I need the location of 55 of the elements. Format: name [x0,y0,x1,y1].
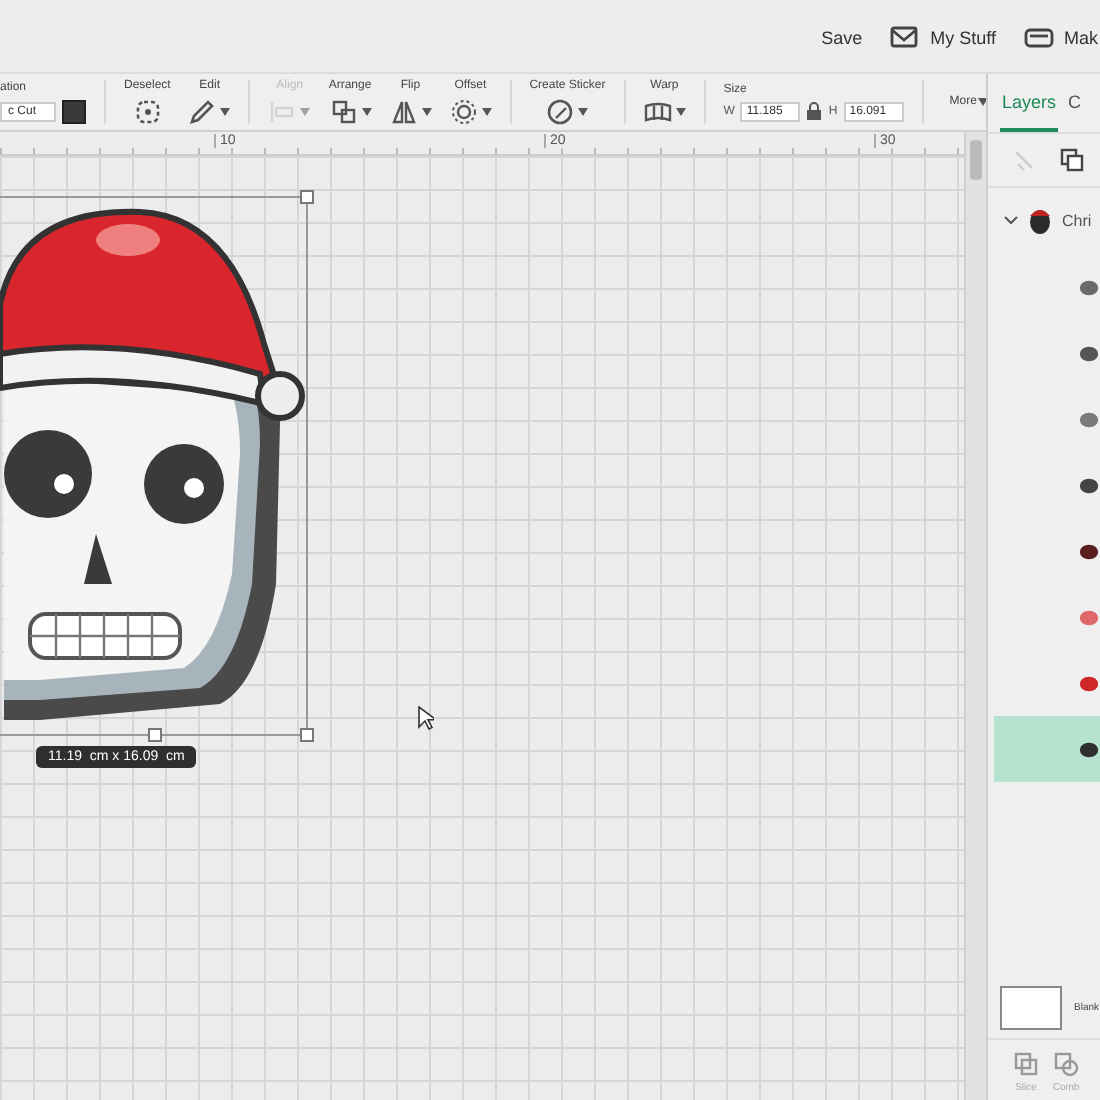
layer-thumbnail-icon [1078,671,1100,695]
tool-button[interactable] [449,97,492,125]
warp-icon [643,97,672,125]
caret-icon [978,98,989,106]
mouse-cursor-icon [418,706,434,730]
resize-handle[interactable] [300,190,314,204]
combine-icon [1052,1050,1080,1078]
layer-thumbnail-icon [1078,737,1100,761]
scrollbar[interactable] [964,132,986,1100]
color-swatch[interactable] [62,99,86,123]
dashed-square-icon [133,97,162,125]
caret-icon [300,107,311,115]
layer-row[interactable] [994,716,1100,782]
layer-thumbnail-icon [1078,473,1100,497]
envelope-icon [890,24,921,52]
panel-tab[interactable]: Layers [1000,74,1059,132]
resize-handle[interactable] [300,728,314,742]
layer-thumbnail-icon [1078,407,1100,431]
lock-icon[interactable] [806,102,823,120]
machine-icon [1023,24,1054,52]
layer-thumbnail-icon [1078,605,1100,629]
caret-icon [220,107,231,115]
scrollbar-thumb[interactable] [970,140,982,180]
duplicate-icon[interactable] [1060,148,1084,172]
chevron-down-icon[interactable] [1004,216,1018,226]
tool-button[interactable] [643,97,686,125]
caret-icon [675,107,686,115]
arrange-icon [329,97,358,125]
layer-thumbnail-icon [1078,341,1100,365]
skull-thumbnail-icon [1030,208,1050,234]
header-button[interactable]: Save [821,28,863,48]
blank-canvas-thumbnail[interactable] [1000,986,1062,1030]
align-icon [268,97,297,125]
sticker-icon [546,97,575,125]
header-button[interactable]: My Stuff [890,24,996,52]
slice-icon [1012,1050,1040,1078]
layer-name: Chri [1062,212,1092,230]
panel-tab[interactable]: C [1066,74,1084,132]
layer-thumbnail-icon [1078,275,1100,299]
header-button[interactable]: Mak [1023,24,1098,52]
layer-group-row[interactable]: Chri [988,188,1100,254]
tool-button[interactable] [133,97,162,125]
tool-button[interactable] [329,97,372,125]
tool-button[interactable] [546,97,589,125]
caret-icon [481,107,492,115]
layer-thumbnail-icon [1078,539,1100,563]
tool-button[interactable] [389,97,432,125]
caret-icon [421,107,432,115]
caret-icon [578,107,589,115]
flip-icon [389,97,418,125]
offset-icon [449,97,478,125]
pencil-icon [188,97,217,125]
tool-button[interactable] [188,97,231,125]
caret-icon [361,107,372,115]
resize-handle[interactable] [148,728,162,742]
